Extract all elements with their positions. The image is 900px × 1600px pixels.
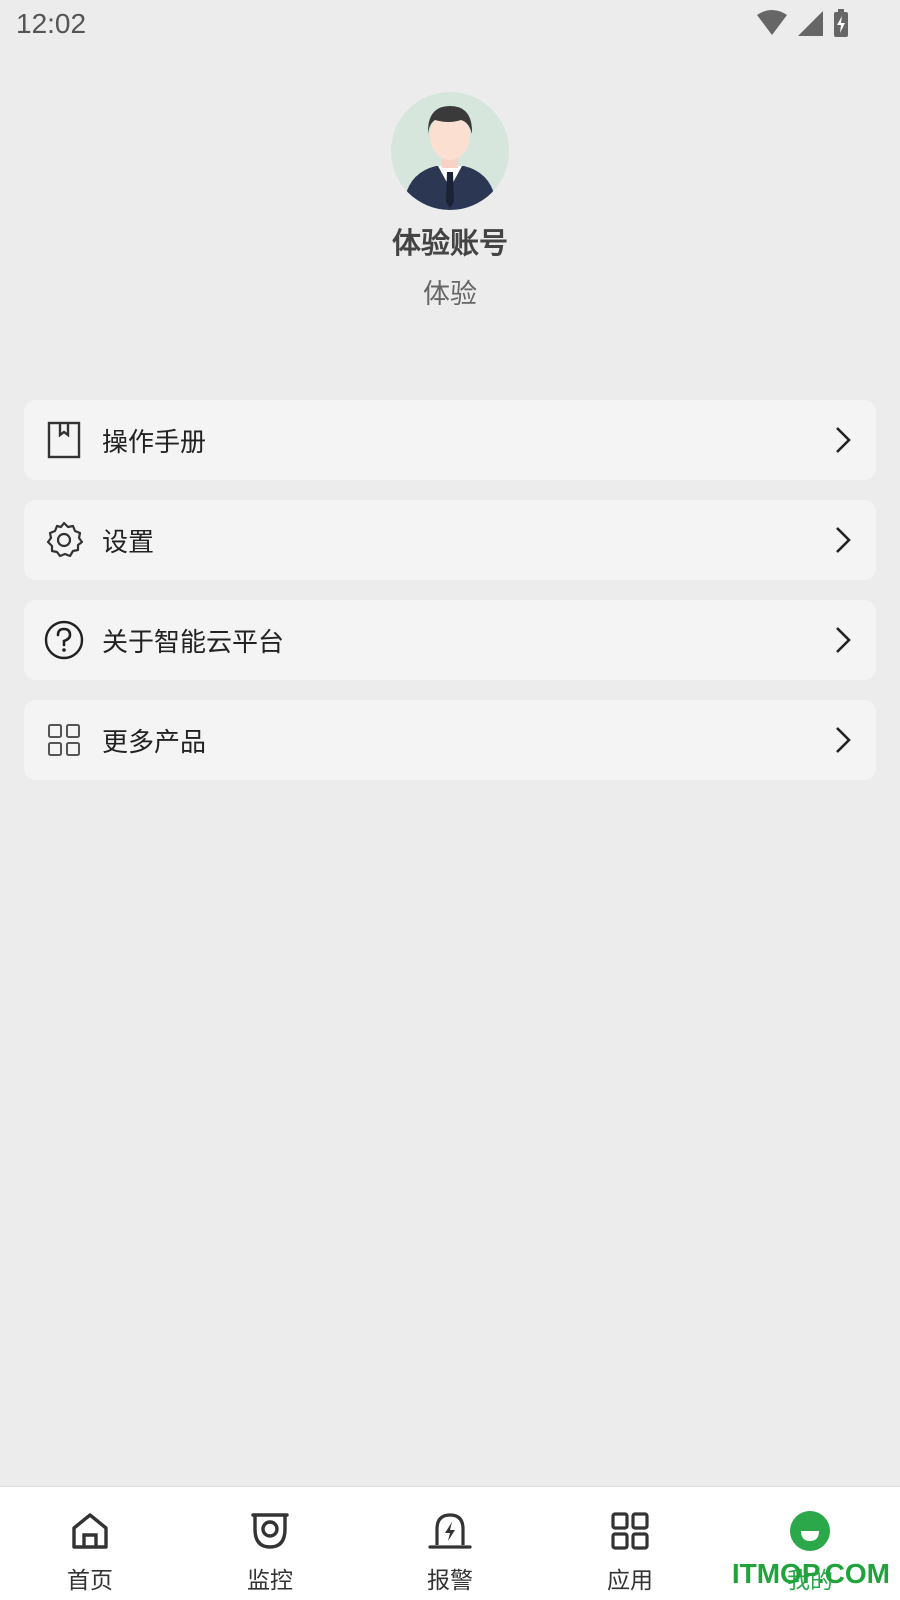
tab-home[interactable]: 首页 bbox=[0, 1487, 180, 1600]
chevron-right-icon bbox=[834, 726, 852, 758]
avatar[interactable] bbox=[391, 92, 509, 210]
tab-monitor[interactable]: 监控 bbox=[180, 1487, 360, 1600]
status-bar: 12:02 bbox=[0, 0, 900, 50]
apps-grid-icon bbox=[611, 1509, 649, 1553]
watermark: ITMOP.COM bbox=[731, 1558, 890, 1589]
menu-list: 操作手册 设置 关于智能云平台 更多产品 bbox=[24, 400, 876, 800]
menu-item-manual[interactable]: 操作手册 bbox=[24, 400, 876, 480]
home-icon bbox=[70, 1509, 110, 1553]
alarm-icon bbox=[427, 1509, 473, 1553]
chevron-right-icon bbox=[834, 526, 852, 558]
tab-label: 报警 bbox=[427, 1568, 473, 1594]
battery-charging-icon bbox=[832, 8, 850, 38]
grid-icon bbox=[44, 720, 84, 760]
manual-bookmark-icon bbox=[44, 420, 84, 460]
tab-alarm[interactable]: 报警 bbox=[360, 1487, 540, 1600]
help-circle-icon bbox=[44, 620, 84, 660]
chevron-right-icon bbox=[834, 426, 852, 458]
menu-item-more-products[interactable]: 更多产品 bbox=[24, 700, 876, 780]
gear-icon bbox=[44, 520, 84, 560]
tab-label: 应用 bbox=[607, 1568, 653, 1594]
profile-name: 体验账号 bbox=[391, 226, 508, 260]
menu-item-label: 操作手册 bbox=[102, 427, 207, 458]
profile-section: 体验账号 体验 bbox=[0, 92, 900, 311]
menu-item-label: 更多产品 bbox=[102, 727, 207, 758]
menu-item-label: 关于智能云平台 bbox=[102, 627, 285, 658]
camera-icon bbox=[249, 1509, 291, 1553]
tab-apps[interactable]: 应用 bbox=[540, 1487, 720, 1600]
tab-label: 首页 bbox=[67, 1568, 113, 1594]
tab-label: 监控 bbox=[247, 1568, 293, 1594]
menu-item-label: 设置 bbox=[102, 527, 155, 558]
cellular-signal-icon bbox=[796, 9, 824, 37]
menu-item-settings[interactable]: 设置 bbox=[24, 500, 876, 580]
chevron-right-icon bbox=[834, 626, 852, 658]
profile-icon bbox=[789, 1509, 831, 1553]
status-time: 12:02 bbox=[16, 8, 87, 39]
profile-role: 体验 bbox=[423, 279, 477, 310]
wifi-icon bbox=[756, 9, 788, 37]
menu-item-about[interactable]: 关于智能云平台 bbox=[24, 600, 876, 680]
status-icons bbox=[756, 8, 850, 38]
